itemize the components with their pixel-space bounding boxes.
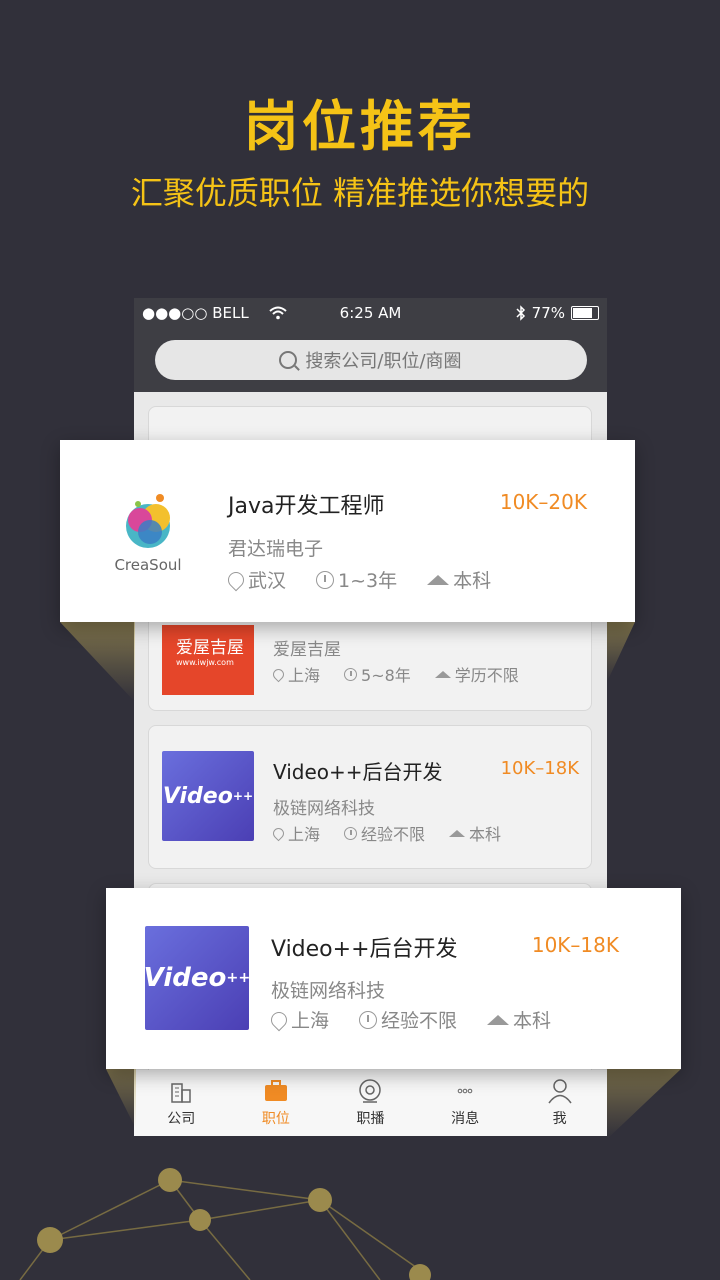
job-title: Video++后台开发 [271, 937, 458, 962]
logo-superscript: ++ [232, 789, 254, 803]
job-title: Video++后台开发 [273, 760, 443, 784]
card-shadow [607, 622, 635, 682]
location-text: 上海 [291, 1010, 330, 1032]
job-meta: 上海 经验不限 本科 [270, 821, 502, 845]
user-icon [548, 1079, 572, 1104]
job-title: Java开发工程师 [228, 494, 385, 519]
tab-label: 消息 [451, 1111, 480, 1127]
search-icon [279, 351, 298, 369]
clock-icon [316, 570, 335, 589]
experience-text: 5~8年 [361, 666, 411, 685]
tab-broadcast[interactable]: 职播 [335, 1078, 405, 1128]
network-decoration [19, 1168, 431, 1280]
company-name: 君达瑞电子 [228, 538, 324, 560]
company-logo: Video ++ [162, 751, 254, 841]
company-logo: Video ++ [143, 926, 251, 1030]
experience-text: 1~3年 [338, 570, 398, 592]
tab-messages[interactable]: 消息 [430, 1078, 500, 1128]
logo-text: Video [143, 963, 227, 993]
battery-percent: 77% [531, 304, 565, 322]
featured-job-card[interactable]: Video ++ Video++后台开发 10K–18K 极链网络科技 上海 经验… [106, 888, 681, 1069]
company-logo: CreaSoul [108, 488, 188, 574]
tab-label: 我 [552, 1111, 567, 1127]
page-subtitle: 汇聚优质职位 精准推选你想要的 [130, 174, 590, 212]
tab-bar: 公司 职位 职播 消息 我 [134, 1070, 607, 1136]
tab-label: 职播 [356, 1111, 385, 1127]
chat-icon [457, 1088, 473, 1094]
clock-icon [359, 1010, 378, 1029]
featured-job-card[interactable]: CreaSoul Java开发工程师 10K–20K 君达瑞电子 武汉 1~3年… [60, 440, 635, 622]
search-placeholder: 搜索公司/职位/商圈 [305, 351, 462, 372]
status-bar: ●●●○○ BELL 6:25 AM 77% [134, 298, 607, 328]
education-text: 本科 [453, 570, 492, 592]
company-name: 极链网络科技 [273, 799, 375, 819]
experience-text: 经验不限 [381, 1010, 458, 1032]
clock-icon [344, 826, 358, 840]
card-shadow [106, 1069, 136, 1129]
briefcase-icon [264, 1080, 287, 1101]
location-icon [270, 825, 287, 841]
bluetooth-icon [516, 305, 525, 321]
card-shadow [607, 1069, 681, 1139]
company-name: 极链网络科技 [271, 980, 386, 1002]
location-icon [267, 1008, 291, 1031]
logo-superscript: ++ [226, 970, 251, 986]
battery-icon [571, 306, 599, 320]
job-meta: 上海 经验不限 本科 [267, 1006, 552, 1033]
page-title: 岗位推荐 [244, 95, 476, 158]
search-input[interactable]: 搜索公司/职位/商圈 [154, 340, 587, 380]
job-meta: 武汉 1~3年 本科 [224, 566, 492, 593]
company-logo: 爱屋吉屋 www.iwjw.com [162, 625, 254, 695]
graduation-cap-icon [427, 574, 450, 585]
logo-text: CreaSoul [114, 556, 182, 574]
camera-icon [359, 1079, 382, 1103]
location-icon [270, 666, 287, 682]
clock-icon [344, 667, 358, 681]
location-text: 上海 [288, 825, 321, 844]
logo-url: www.iwjw.com [176, 658, 234, 667]
tab-label: 公司 [167, 1111, 196, 1127]
job-meta: 上海 5~8年 学历不限 [270, 662, 519, 686]
location-icon [224, 568, 248, 591]
education-text: 学历不限 [454, 666, 519, 685]
creasoul-logo-icon [126, 494, 170, 548]
search-bar: 搜索公司/职位/商圈 [134, 328, 607, 392]
graduation-cap-icon [487, 1014, 510, 1025]
logo-text: Video [162, 783, 233, 809]
education-text: 本科 [469, 825, 502, 844]
list-item[interactable]: Video ++ Video++后台开发 10K–18K 极链网络科技 上海 经验… [148, 725, 592, 869]
tab-me[interactable]: 我 [525, 1078, 595, 1128]
salary-range: 10K–20K [499, 490, 587, 514]
tab-label: 职位 [261, 1111, 290, 1127]
logo-text: 爱屋吉屋 [176, 638, 244, 658]
tab-company[interactable]: 公司 [146, 1078, 216, 1128]
company-name: 爱屋吉屋 [273, 640, 341, 660]
salary-range: 10K–18K [500, 758, 579, 779]
building-icon [171, 1083, 192, 1103]
graduation-cap-icon [434, 670, 451, 678]
location-text: 武汉 [248, 570, 287, 592]
location-text: 上海 [288, 666, 321, 685]
tab-jobs[interactable]: 职位 [241, 1078, 311, 1128]
salary-range: 10K–18K [531, 933, 619, 957]
card-shadow [60, 622, 135, 702]
graduation-cap-icon [449, 829, 466, 837]
experience-text: 经验不限 [361, 825, 426, 844]
education-text: 本科 [513, 1010, 552, 1032]
